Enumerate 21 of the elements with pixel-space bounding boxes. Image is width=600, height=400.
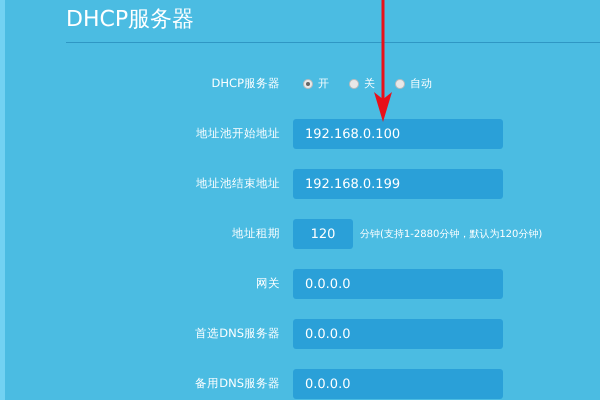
input-field[interactable]: 120 <box>293 219 353 249</box>
radio-button[interactable] <box>395 79 405 89</box>
radio-button[interactable] <box>303 79 313 89</box>
input-field[interactable]: 192.168.0.199 <box>293 169 503 199</box>
input-field[interactable]: 192.168.0.100 <box>293 119 503 149</box>
field-hint: 分钟(支持1-2880分钟，默认为120分钟) <box>360 228 542 242</box>
field-label: 首选DNS服务器 <box>194 325 281 342</box>
radio-option[interactable]: 自动 <box>395 76 432 92</box>
input-field[interactable]: 0.0.0.0 <box>293 319 503 349</box>
field-label: 地址池结束地址 <box>195 175 281 192</box>
input-field[interactable]: 0.0.0.0 <box>293 369 503 399</box>
radio-button[interactable] <box>349 79 359 89</box>
page-title: DHCP服务器 <box>66 6 196 34</box>
field-label: 备用DNS服务器 <box>194 375 281 392</box>
field-label: DHCP服务器 <box>210 75 281 92</box>
radio-option[interactable]: 开 <box>303 76 329 92</box>
field-label: 地址池开始地址 <box>195 125 281 142</box>
field-label: 网关 <box>255 275 281 292</box>
input-field[interactable]: 0.0.0.0 <box>293 269 503 299</box>
field-label: 地址租期 <box>231 225 281 242</box>
radio-option[interactable]: 关 <box>349 76 375 92</box>
